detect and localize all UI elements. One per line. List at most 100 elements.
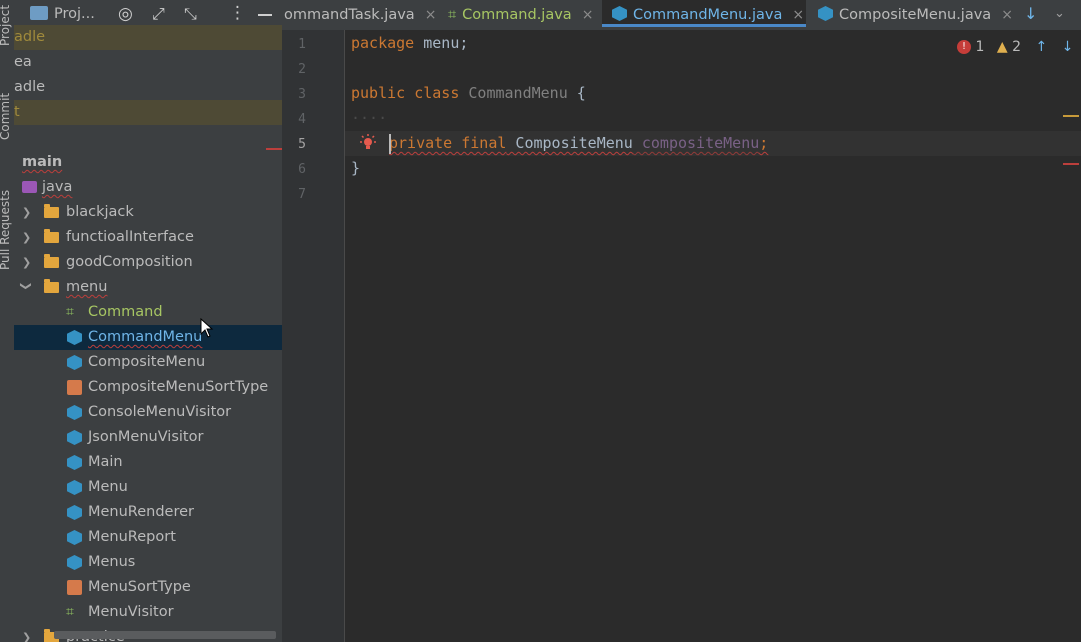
code-line-5: private final CompositeMenu compositeMen…	[389, 134, 769, 152]
tree-row[interactable]: ea	[14, 50, 282, 75]
chevron-right-icon[interactable]: ❯	[22, 225, 34, 250]
tab-commandmenu[interactable]: CommandMenu.java ×	[602, 0, 806, 27]
close-icon[interactable]: ×	[1001, 7, 1013, 23]
tree-row-compositemenusorttype[interactable]: CompositeMenuSortType	[14, 375, 282, 400]
line-number: 7	[298, 187, 306, 202]
tree-row-menureport[interactable]: MenuReport	[14, 525, 282, 550]
commit-tool-tab[interactable]: Commit	[0, 93, 12, 140]
chevron-down-icon[interactable]: ❯	[14, 282, 39, 294]
warning-icon: ▲	[996, 39, 1008, 55]
error-count: 1	[975, 39, 985, 55]
class-icon	[67, 330, 82, 345]
tree-row[interactable]: adle	[14, 25, 282, 50]
tab-commandtask[interactable]: ommandTask.java ×	[284, 0, 436, 30]
arrow-down-icon[interactable]: ↓	[1024, 4, 1037, 23]
line-number: 2	[298, 62, 306, 77]
horizontal-scrollbar[interactable]	[54, 631, 276, 639]
folder-icon	[30, 6, 48, 20]
line-number-gutter: 1 2 3 4 5 6 7	[282, 30, 345, 642]
tree-row-java[interactable]: java	[14, 175, 282, 200]
hide-icon[interactable]	[258, 14, 272, 16]
collapse-all-icon[interactable]: ⤡	[184, 4, 197, 24]
line-number: 4	[298, 112, 306, 127]
line-number: 3	[298, 87, 306, 102]
tree-row[interactable]	[14, 125, 282, 150]
code-editor[interactable]: package menu; public class CommandMenu {…	[345, 30, 1081, 642]
runnable-class-icon	[67, 455, 82, 470]
project-panel: Proj... ◎ ⤢ ⤡ ⋮ adle ea adle t main java…	[14, 0, 282, 642]
text-caret	[389, 134, 391, 154]
warning-stripe-marker[interactable]	[1063, 115, 1079, 117]
tree-row-blackjack[interactable]: ❯ blackjack	[14, 200, 282, 225]
editor-tab-bar: ommandTask.java × ⌗ Command.java × CommandM…	[282, 0, 1081, 31]
interface-icon: ⌗	[66, 604, 74, 620]
tree-row-menu[interactable]: ❯ menu	[14, 275, 282, 300]
expand-all-icon[interactable]: ⤢	[152, 4, 165, 24]
close-icon[interactable]: ×	[582, 7, 594, 23]
folder-icon	[44, 254, 59, 268]
error-stripe-marker[interactable]	[1063, 163, 1079, 165]
code-line-1: package menu;	[351, 34, 469, 52]
tree-row-command[interactable]: ⌗ Command	[14, 300, 282, 325]
line-number: 1	[298, 37, 306, 52]
tool-window-strip: Project Commit Pull Requests	[0, 0, 15, 642]
close-icon[interactable]: ×	[792, 7, 804, 23]
tree-row-jsonmenuvisitor[interactable]: JsonMenuVisitor	[14, 425, 282, 450]
class-icon	[67, 480, 82, 495]
line-number: 6	[298, 162, 306, 177]
error-icon: !	[957, 40, 971, 54]
tree-row-main[interactable]: main	[14, 150, 282, 175]
line-number: 5	[298, 137, 306, 152]
project-tool-tab[interactable]: Project	[0, 5, 12, 46]
tree-row-menus[interactable]: Menus	[14, 550, 282, 575]
tree-row[interactable]: adle	[14, 75, 282, 100]
project-panel-title[interactable]: Proj...	[54, 6, 95, 22]
inspection-widget[interactable]: ! 1 ▲ 2 ↑ ↓	[957, 39, 1073, 59]
chevron-right-icon[interactable]: ❯	[22, 250, 34, 275]
tree-row-functioalinterface[interactable]: ❯ functioalInterface	[14, 225, 282, 250]
class-icon	[67, 530, 82, 545]
enum-icon	[67, 580, 82, 595]
interface-icon: ⌗	[66, 304, 74, 320]
chevron-down-icon[interactable]: ⌄	[1054, 6, 1065, 21]
source-folder-icon	[22, 181, 37, 193]
tree-row-menusorttype[interactable]: MenuSortType	[14, 575, 282, 600]
class-icon	[67, 430, 82, 445]
target-icon[interactable]: ◎	[118, 4, 133, 24]
code-line-3: public class CommandMenu {	[351, 84, 586, 102]
chevron-right-icon[interactable]: ❯	[22, 200, 34, 225]
class-icon	[67, 505, 82, 520]
class-icon	[818, 6, 833, 21]
tree-row-menuvisitor[interactable]: ⌗ MenuVisitor	[14, 600, 282, 625]
tab-command[interactable]: ⌗ Command.java ×	[448, 0, 593, 30]
close-icon[interactable]: ×	[425, 7, 437, 23]
lightbulb-icon[interactable]	[359, 134, 377, 152]
chevron-right-icon[interactable]: ❯	[22, 625, 34, 642]
warning-count: 2	[1012, 39, 1021, 55]
pull-requests-tool-tab[interactable]: Pull Requests	[0, 190, 12, 270]
tree-row-goodcomposition[interactable]: ❯ goodComposition	[14, 250, 282, 275]
class-icon	[67, 555, 82, 570]
tree-row-commandmenu[interactable]: CommandMenu	[14, 325, 282, 350]
interface-icon: ⌗	[448, 7, 457, 23]
code-line-4: ····	[351, 109, 388, 127]
folder-icon	[44, 229, 59, 243]
options-icon[interactable]: ⋮	[229, 3, 246, 23]
error-stripe-marker	[266, 148, 282, 150]
mouse-pointer-icon	[200, 318, 214, 338]
class-icon	[67, 405, 82, 420]
enum-icon	[67, 380, 82, 395]
tree-row[interactable]: t	[14, 100, 282, 125]
tree-row-main-class[interactable]: Main	[14, 450, 282, 475]
tree-row-consolemenuvisitor[interactable]: ConsoleMenuVisitor	[14, 400, 282, 425]
tab-compositemenu[interactable]: CompositeMenu.java ×	[818, 0, 1013, 30]
next-highlight-icon[interactable]: ↓	[1062, 39, 1074, 55]
tree-row-compositemenu[interactable]: CompositeMenu	[14, 350, 282, 375]
class-icon	[612, 6, 627, 21]
previous-highlight-icon[interactable]: ↑	[1035, 39, 1047, 55]
tree-row-menu-class[interactable]: Menu	[14, 475, 282, 500]
code-line-6: }	[351, 159, 361, 177]
class-icon	[67, 355, 82, 370]
folder-icon	[44, 279, 59, 293]
tree-row-menurenderer[interactable]: MenuRenderer	[14, 500, 282, 525]
